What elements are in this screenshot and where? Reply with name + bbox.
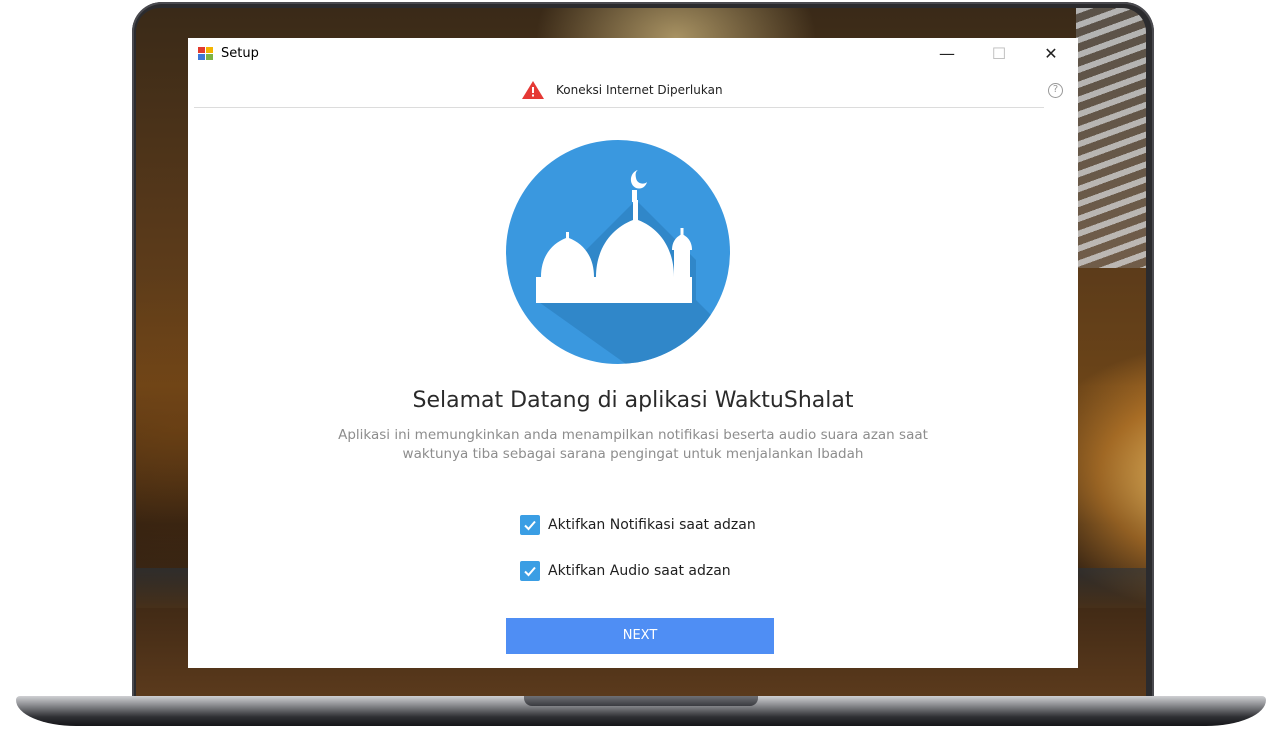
help-icon[interactable]: ? xyxy=(1048,83,1063,98)
notification-option[interactable]: Aktifkan Notifikasi saat adzan xyxy=(520,514,756,536)
header-divider xyxy=(194,107,1044,108)
wallpaper-clouds xyxy=(1076,8,1146,268)
laptop-notch xyxy=(524,696,758,706)
window-title: Setup xyxy=(221,46,259,61)
close-button[interactable]: ✕ xyxy=(1028,38,1074,70)
maximize-button[interactable]: ☐ xyxy=(976,38,1022,70)
internet-notice: Koneksi Internet Diperlukan ? xyxy=(188,78,1078,104)
welcome-description: Aplikasi ini memungkinkan anda menampilk… xyxy=(338,427,928,462)
audio-checkbox[interactable] xyxy=(520,561,540,581)
welcome-headline: Selamat Datang di aplikasi WaktuShalat xyxy=(412,388,854,413)
app-icon xyxy=(198,47,214,61)
notification-label: Aktifkan Notifikasi saat adzan xyxy=(548,517,756,533)
title-bar[interactable]: Setup — ☐ ✕ xyxy=(188,38,1078,70)
notice-text: Koneksi Internet Diperlukan xyxy=(556,83,723,97)
checkmark-icon xyxy=(524,566,536,577)
setup-window: Setup — ☐ ✕ Koneksi Internet Diperlukan … xyxy=(188,38,1078,668)
checkmark-icon xyxy=(524,520,536,531)
audio-label: Aktifkan Audio saat adzan xyxy=(548,563,731,579)
mosque-icon xyxy=(506,140,730,364)
notification-checkbox[interactable] xyxy=(520,515,540,535)
warning-icon xyxy=(522,81,544,99)
next-button[interactable]: NEXT xyxy=(506,618,774,654)
audio-option[interactable]: Aktifkan Audio saat adzan xyxy=(520,560,731,582)
minimize-button[interactable]: — xyxy=(924,38,970,70)
